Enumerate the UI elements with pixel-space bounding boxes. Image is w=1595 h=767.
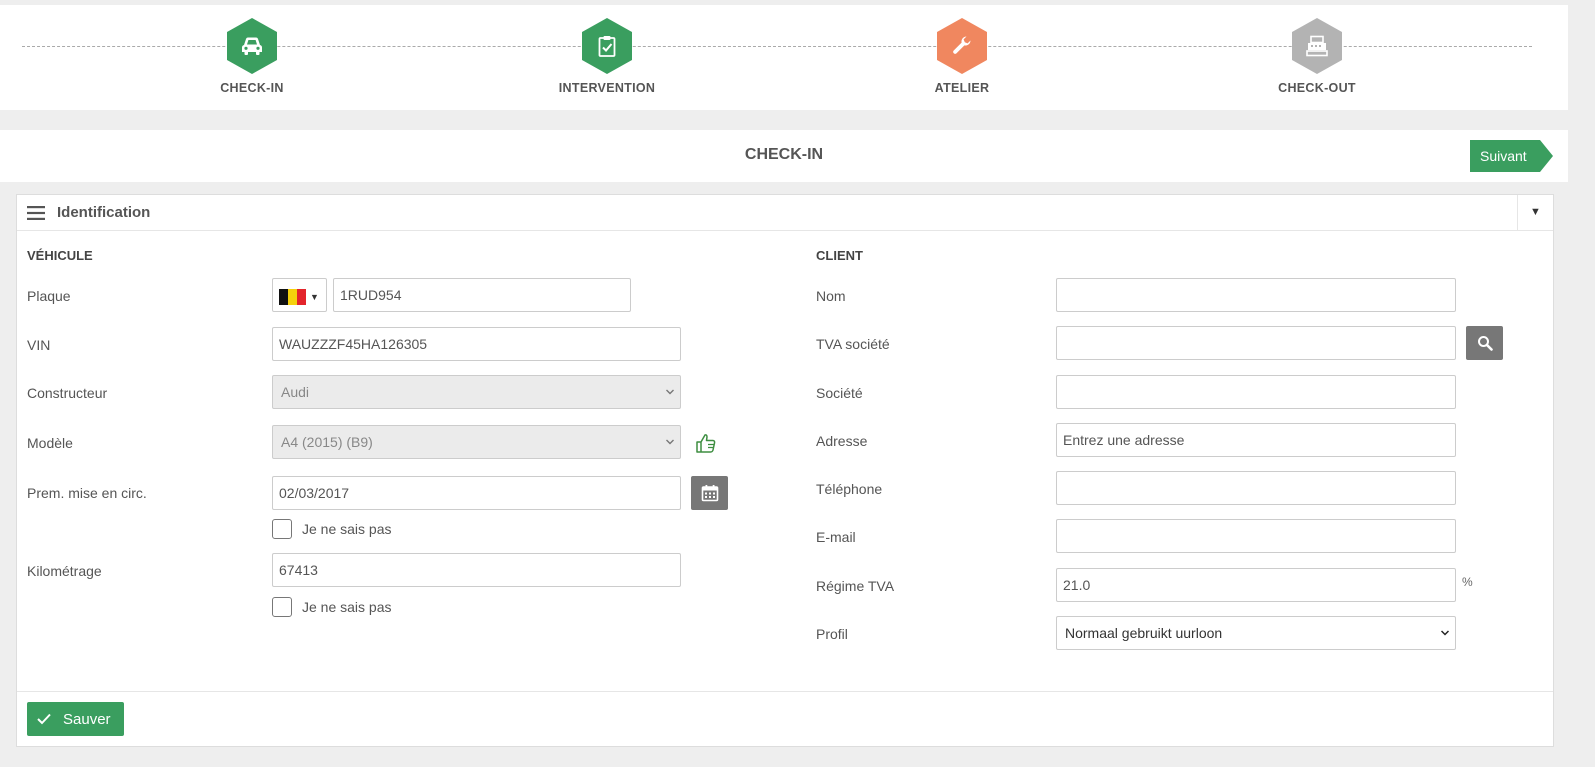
next-button[interactable]: Suivant — [1470, 140, 1553, 172]
step-intervention[interactable]: INTERVENTION — [507, 18, 707, 95]
caret-down-icon: ▼ — [310, 291, 319, 302]
mileage-unknown-checkbox[interactable] — [272, 597, 292, 617]
plate-label: Plaque — [27, 288, 71, 304]
email-label: E-mail — [816, 529, 856, 545]
manufacturer-value: Audi — [281, 384, 310, 400]
phone-label: Téléphone — [816, 481, 883, 497]
profile-label: Profil — [816, 626, 848, 642]
save-button[interactable]: Sauver — [27, 702, 124, 736]
search-icon — [1477, 336, 1493, 351]
first-registration-label: Prem. mise en circ. — [27, 485, 147, 501]
address-input[interactable] — [1056, 423, 1456, 457]
company-label: Société — [816, 385, 863, 401]
model-label: Modèle — [27, 435, 73, 451]
phone-input[interactable] — [1056, 471, 1456, 505]
first-registration-unknown-checkbox[interactable] — [272, 519, 292, 539]
chevron-down-icon — [1441, 630, 1449, 636]
step-label: ATELIER — [934, 81, 990, 95]
name-input[interactable] — [1056, 278, 1456, 312]
save-label: Sauver — [63, 710, 111, 728]
vehicle-section-title: VÉHICULE — [27, 248, 93, 263]
mileage-label: Kilométrage — [27, 563, 102, 579]
first-registration-unknown-label: Je ne sais pas — [302, 521, 392, 537]
profile-select[interactable]: Normaal gebruikt uurloon — [1056, 616, 1456, 650]
name-label: Nom — [816, 288, 846, 304]
step-label: CHECK-IN — [220, 81, 284, 95]
step-check-in[interactable]: CHECK-IN — [152, 18, 352, 95]
check-icon — [37, 713, 51, 725]
panel-footer: Sauver — [17, 691, 1553, 747]
model-select[interactable]: A4 (2015) (B9) — [272, 425, 681, 459]
vat-company-input[interactable] — [1056, 326, 1456, 360]
chevron-down-icon — [666, 439, 674, 445]
company-input[interactable] — [1056, 375, 1456, 409]
calendar-icon — [701, 485, 718, 502]
step-atelier[interactable]: ATELIER — [862, 18, 1062, 95]
belgium-flag-icon — [279, 288, 306, 305]
thumbs-up-icon[interactable] — [694, 431, 718, 455]
collapse-toggle[interactable]: ▼ — [1517, 195, 1553, 230]
country-select[interactable]: ▼ — [272, 278, 327, 312]
vat-regime-unit: % — [1462, 575, 1473, 589]
model-value: A4 (2015) (B9) — [281, 434, 373, 450]
first-registration-unknown[interactable]: Je ne sais pas — [272, 519, 392, 539]
panel-header[interactable]: Identification ▼ — [17, 195, 1553, 231]
profile-value: Normaal gebruikt uurloon — [1065, 625, 1223, 641]
title-bar: CHECK-IN Suivant — [0, 130, 1568, 182]
progress-stepper: CHECK-IN INTERVENTION ATELIER CHECK-OUT — [0, 5, 1568, 110]
plate-input[interactable] — [333, 278, 631, 312]
step-label: INTERVENTION — [558, 81, 656, 95]
step-check-out[interactable]: CHECK-OUT — [1217, 18, 1417, 95]
clipboard-check-icon — [582, 18, 632, 74]
vin-label: VIN — [27, 337, 51, 353]
vat-regime-label: Régime TVA — [816, 578, 895, 594]
step-label: CHECK-OUT — [1278, 81, 1356, 95]
first-registration-input[interactable] — [272, 476, 681, 510]
wrench-icon — [937, 18, 987, 74]
manufacturer-label: Constructeur — [27, 385, 108, 401]
address-label: Adresse — [816, 433, 868, 449]
email-input[interactable] — [1056, 519, 1456, 553]
car-icon — [227, 18, 277, 74]
page-title: CHECK-IN — [744, 146, 824, 163]
vat-search-button[interactable] — [1466, 326, 1503, 360]
vin-input[interactable] — [272, 327, 681, 361]
mileage-unknown[interactable]: Je ne sais pas — [272, 597, 392, 617]
mileage-input[interactable] — [272, 553, 681, 587]
vat-company-label: TVA société — [816, 336, 890, 352]
identification-panel: Identification ▼ VÉHICULE Plaque ▼ VIN C… — [16, 194, 1554, 747]
hamburger-icon — [27, 206, 45, 220]
cash-register-icon — [1292, 18, 1342, 74]
panel-title: Identification — [57, 204, 151, 221]
calendar-button[interactable] — [691, 476, 728, 510]
manufacturer-select[interactable]: Audi — [272, 375, 681, 409]
mileage-unknown-label: Je ne sais pas — [302, 599, 392, 615]
chevron-down-icon — [666, 389, 674, 395]
vat-regime-input[interactable] — [1056, 568, 1456, 602]
client-section-title: CLIENT — [816, 248, 863, 263]
